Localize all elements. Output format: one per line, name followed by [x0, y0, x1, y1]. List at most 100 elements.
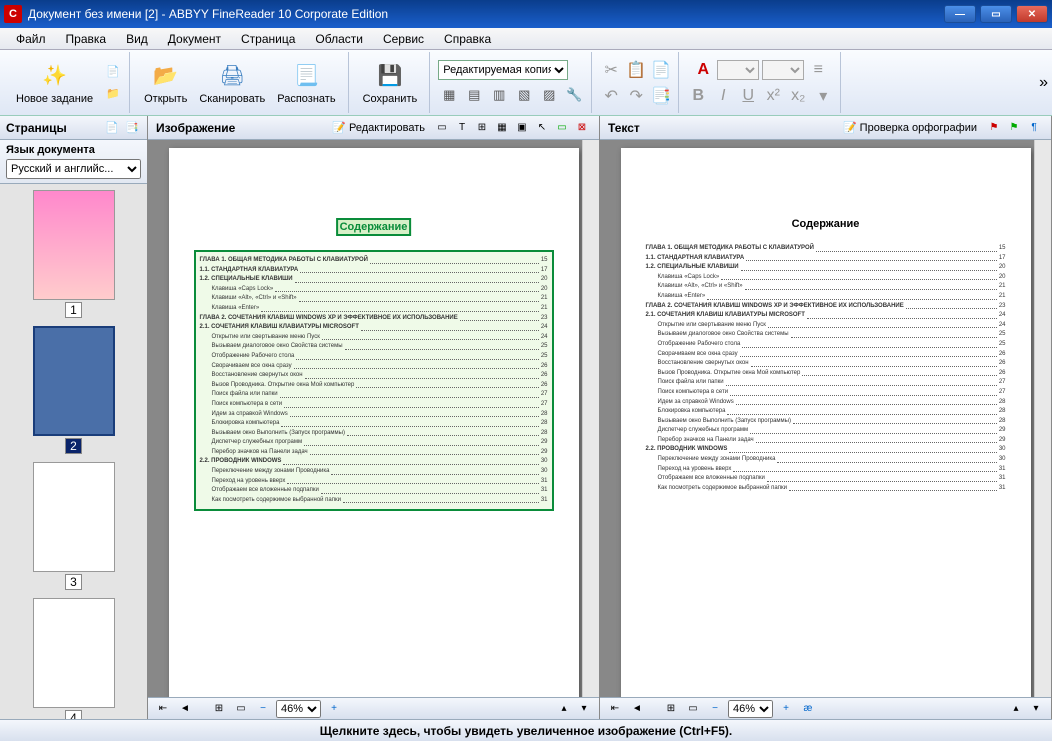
txt-zoom-out-icon[interactable]: − [706, 700, 724, 718]
redo-icon[interactable]: ↷ [625, 85, 647, 107]
settings-icon[interactable]: 🔧 [563, 84, 585, 106]
thumb-4[interactable]: 4 [6, 598, 141, 719]
text-scroll-down[interactable]: ▾ [1027, 700, 1045, 718]
recognize-label: Распознать [277, 93, 335, 105]
thumbnails-list[interactable]: 1 2 3 4 [0, 184, 147, 719]
folder-icon[interactable]: 📁 [103, 84, 123, 104]
recognize-button[interactable]: 📃 Распознать [271, 59, 341, 107]
layout-icon-4[interactable]: ▧ [513, 84, 535, 106]
open-folder-icon: 📂 [151, 61, 181, 91]
save-button[interactable]: 💾 Сохранить [357, 59, 424, 107]
area-tool-2[interactable]: T [453, 119, 471, 137]
font-family-select[interactable] [717, 60, 759, 80]
image-page: Содержание ГЛАВА 1. ОБЩАЯ МЕТОДИКА РАБОТ… [169, 148, 579, 697]
statusbar[interactable]: Щелкните здесь, чтобы увидеть увеличенно… [0, 719, 1052, 741]
txt-fit-page-icon[interactable]: ▭ [684, 700, 702, 718]
style-icon[interactable]: ≡ [807, 59, 829, 81]
menu-areas[interactable]: Области [305, 30, 373, 48]
flag-green-icon[interactable]: ⚑ [1005, 119, 1023, 137]
special-paste-icon[interactable]: 📑 [650, 85, 672, 107]
thumb-num-3: 3 [65, 574, 82, 590]
doc-title-text[interactable]: Содержание [646, 218, 1006, 230]
image-panel: Изображение 📝 Редактировать ▭ T ⊞ ▦ ▣ ↖ … [148, 116, 600, 719]
copy-icon[interactable]: 📋 [625, 59, 647, 81]
image-zoom-select[interactable]: 46% [276, 700, 321, 718]
toc-zone[interactable]: ГЛАВА 1. ОБЩАЯ МЕТОДИКА РАБОТЫ С КЛАВИАТ… [194, 250, 554, 511]
thumb-1[interactable]: 1 [6, 190, 141, 318]
txt-toggle-icon[interactable]: æ [799, 700, 817, 718]
thumb-3[interactable]: 3 [6, 462, 141, 590]
add-area-tool[interactable]: ▭ [553, 119, 571, 137]
layout-icon-3[interactable]: ▥ [488, 84, 510, 106]
menu-view[interactable]: Вид [116, 30, 158, 48]
menu-edit[interactable]: Правка [56, 30, 117, 48]
pilcrow-icon[interactable]: ¶ [1025, 119, 1043, 137]
layout-icon-5[interactable]: ▨ [538, 84, 560, 106]
flag-red-icon[interactable]: ⚑ [985, 119, 1003, 137]
toc-text[interactable]: ГЛАВА 1. ОБЩАЯ МЕТОДИКА РАБОТЫ С КЛАВИАТ… [646, 244, 1006, 493]
scan-label: Сканировать [199, 93, 265, 105]
cut-icon[interactable]: ✂ [600, 59, 622, 81]
pointer-tool[interactable]: ↖ [533, 119, 551, 137]
area-tool-1[interactable]: ▭ [433, 119, 451, 137]
zoom-out-icon[interactable]: − [254, 700, 272, 718]
page-tool-2-icon[interactable]: 📑 [123, 119, 141, 137]
text-scroll-up[interactable]: ▴ [1007, 700, 1025, 718]
image-vscroll[interactable] [582, 140, 599, 697]
close-button[interactable]: ✕ [1016, 5, 1048, 23]
text-zoom-select[interactable]: 46% [728, 700, 773, 718]
edit-image-button[interactable]: 📝 Редактировать [332, 121, 425, 134]
doc-title-zone[interactable]: Содержание [336, 218, 412, 236]
menu-file[interactable]: Файл [6, 30, 56, 48]
text-page[interactable]: Содержание ГЛАВА 1. ОБЩАЯ МЕТОДИКА РАБОТ… [621, 148, 1031, 697]
more-format-icon[interactable]: ▾ [812, 85, 834, 107]
page-tool-1-icon[interactable]: 📄 [103, 119, 121, 137]
italic-icon[interactable]: I [712, 85, 734, 107]
menu-document[interactable]: Документ [158, 30, 231, 48]
font-size-select[interactable] [762, 60, 804, 80]
area-tool-5[interactable]: ▣ [513, 119, 531, 137]
thumb-2[interactable]: 2 [6, 326, 141, 454]
menu-tools[interactable]: Сервис [373, 30, 434, 48]
txt-zoom-in-icon[interactable]: + [777, 700, 795, 718]
txt-nav-prev-icon[interactable]: ◄ [628, 700, 646, 718]
text-vscroll[interactable] [1034, 140, 1051, 697]
help-icon[interactable]: » [1039, 74, 1048, 92]
layout-icon-1[interactable]: ▦ [438, 84, 460, 106]
pages-header: Страницы 📄 📑 [0, 116, 147, 140]
pages-title: Страницы [6, 121, 67, 135]
nav-first-icon[interactable]: ⇤ [154, 700, 172, 718]
nav-prev-icon[interactable]: ◄ [176, 700, 194, 718]
area-tool-3[interactable]: ⊞ [473, 119, 491, 137]
minimize-button[interactable]: — [944, 5, 976, 23]
new-task-button[interactable]: ✨ Новое задание [10, 59, 99, 107]
image-canvas[interactable]: Содержание ГЛАВА 1. ОБЩАЯ МЕТОДИКА РАБОТ… [148, 140, 599, 697]
layout-icon-2[interactable]: ▤ [463, 84, 485, 106]
fit-width-icon[interactable]: ⊞ [210, 700, 228, 718]
underline-icon[interactable]: U [737, 85, 759, 107]
del-area-tool[interactable]: ⊠ [573, 119, 591, 137]
menu-page[interactable]: Страница [231, 30, 305, 48]
fit-page-icon[interactable]: ▭ [232, 700, 250, 718]
bold-icon[interactable]: B [687, 85, 709, 107]
maximize-button[interactable]: ▭ [980, 5, 1012, 23]
subscript-icon[interactable]: x₂ [787, 85, 809, 107]
spellcheck-button[interactable]: 📝 Проверка орфографии [843, 121, 977, 134]
paste-icon[interactable]: 📄 [650, 59, 672, 81]
menu-help[interactable]: Справка [434, 30, 501, 48]
doc-icon[interactable]: 📄 [103, 62, 123, 82]
scan-button[interactable]: 🖨 Сканировать [193, 59, 271, 107]
language-select[interactable]: Русский и английс... [6, 159, 141, 179]
txt-fit-width-icon[interactable]: ⊞ [662, 700, 680, 718]
superscript-icon[interactable]: x² [762, 85, 784, 107]
image-scroll-down[interactable]: ▾ [575, 700, 593, 718]
image-scroll-up[interactable]: ▴ [555, 700, 573, 718]
txt-nav-first-icon[interactable]: ⇤ [606, 700, 624, 718]
undo-icon[interactable]: ↶ [600, 85, 622, 107]
open-button[interactable]: 📂 Открыть [138, 59, 193, 107]
save-mode-select[interactable]: Редактируемая копия [438, 60, 568, 80]
area-tool-4[interactable]: ▦ [493, 119, 511, 137]
text-canvas[interactable]: Содержание ГЛАВА 1. ОБЩАЯ МЕТОДИКА РАБОТ… [600, 140, 1051, 697]
font-color-icon[interactable]: A [692, 59, 714, 81]
zoom-in-icon[interactable]: + [325, 700, 343, 718]
